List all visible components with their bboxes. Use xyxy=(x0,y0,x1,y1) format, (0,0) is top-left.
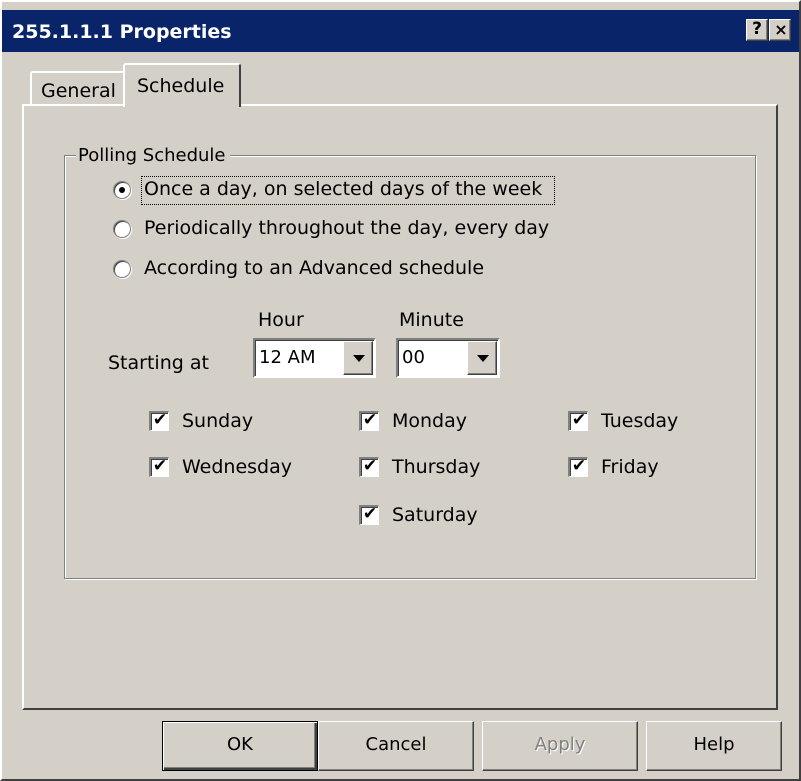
window-title: 255.1.1.1 Properties xyxy=(12,21,232,43)
tab-schedule-label: Schedule xyxy=(137,75,225,97)
tab-general-label: General xyxy=(41,80,116,102)
question-mark-icon: ? xyxy=(752,19,762,39)
title-bar[interactable]: 255.1.1.1 Properties ? × xyxy=(2,10,799,52)
cancel-button[interactable]: Cancel xyxy=(318,721,474,771)
properties-dialog: 255.1.1.1 Properties ? × General Schedul… xyxy=(0,0,801,781)
help-button[interactable]: Help xyxy=(646,721,782,771)
tab-general[interactable]: General xyxy=(30,71,126,105)
ok-button[interactable]: OK xyxy=(162,721,318,771)
schedule-tab-panel xyxy=(22,104,778,710)
apply-button[interactable]: Apply xyxy=(482,721,638,771)
close-button[interactable]: × xyxy=(769,19,791,41)
help-title-button[interactable]: ? xyxy=(746,19,768,41)
tab-schedule[interactable]: Schedule xyxy=(123,63,241,107)
close-icon: × xyxy=(774,20,788,39)
